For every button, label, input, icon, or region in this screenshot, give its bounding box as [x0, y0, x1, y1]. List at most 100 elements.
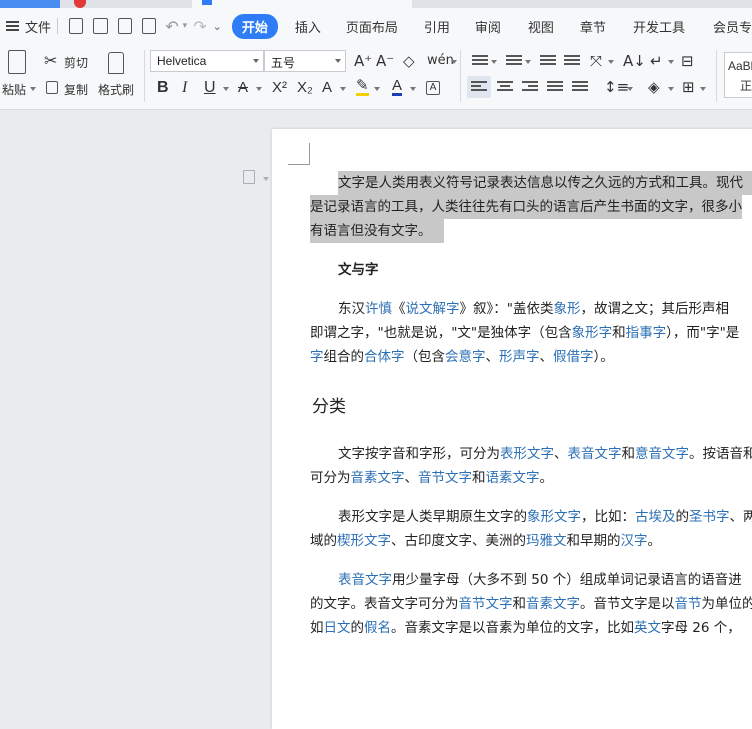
italic-icon[interactable]: I — [182, 79, 187, 97]
link-biaoxingwenzi[interactable]: 表形文字 — [500, 446, 554, 462]
clear-formatting-icon[interactable]: ◇ — [403, 52, 415, 70]
strikethrough-icon[interactable]: A — [238, 79, 248, 97]
tab-member[interactable]: 会员专 — [713, 8, 752, 44]
link-shengshuzi[interactable]: 圣书字 — [689, 509, 730, 525]
show-hide-marks-icon[interactable]: ↵ — [650, 52, 663, 70]
link-xiexingwenzi[interactable]: 楔形文字 — [337, 533, 391, 549]
save-icon[interactable] — [69, 18, 83, 34]
link-guaiji[interactable]: 古埃及 — [635, 509, 676, 525]
tab-insert[interactable]: 插入 — [295, 8, 321, 44]
tab-view[interactable]: 视图 — [528, 8, 554, 44]
text-effect-icon[interactable]: A — [322, 79, 332, 97]
link-yingwen[interactable]: 英文 — [634, 620, 661, 636]
distributed-align-icon[interactable] — [572, 81, 588, 93]
link-biaoyinwenzi[interactable]: 表音文字 — [338, 572, 392, 588]
line-spacing-dropdown-icon[interactable] — [627, 87, 633, 91]
undo-dropdown-icon[interactable]: ▾ — [183, 21, 188, 31]
superscript-icon[interactable]: X² — [272, 79, 287, 97]
justify-icon[interactable] — [547, 81, 563, 93]
phonetic-dropdown-icon[interactable] — [451, 60, 457, 64]
highlight-icon[interactable]: ✎ — [356, 78, 369, 96]
font-size-select[interactable]: 五号 — [264, 50, 346, 72]
numbered-list-icon[interactable] — [506, 55, 522, 67]
align-right-icon[interactable] — [522, 81, 538, 93]
align-left-icon[interactable] — [471, 81, 487, 93]
line-spacing-icon[interactable]: ↕≡ — [604, 78, 629, 96]
link-yinjiewenzi[interactable]: 音节文字 — [459, 596, 513, 612]
paragraph-marker-icon[interactable] — [243, 170, 255, 184]
underline-dropdown-icon[interactable] — [223, 87, 229, 91]
print-preview-icon[interactable] — [142, 18, 156, 34]
link-jiajiezi[interactable]: 假借字 — [553, 349, 594, 365]
copy-icon[interactable] — [46, 81, 58, 94]
link-hetizi[interactable]: 合体字 — [364, 349, 405, 365]
font-name-select[interactable]: Helvetica — [150, 50, 264, 72]
decrease-font-size-icon[interactable]: A⁻ — [376, 52, 394, 70]
tab-developer[interactable]: 开发工具 — [633, 8, 685, 44]
bold-icon[interactable]: B — [157, 79, 169, 97]
link-shuowenjiezi[interactable]: 说文解字 — [406, 301, 460, 317]
link-yusuwenzi[interactable]: 语素文字 — [486, 470, 540, 486]
link-xushen[interactable]: 许慎 — [365, 301, 392, 317]
export-pdf-icon[interactable] — [93, 18, 107, 34]
link-yinjie[interactable]: 音节 — [675, 596, 702, 612]
home-tab-indicator[interactable] — [0, 0, 60, 8]
link-yinsuwenzi[interactable]: 音素文字 — [351, 470, 405, 486]
cut-button[interactable]: 剪切 — [64, 54, 88, 71]
selected-text-line[interactable]: 是记录语言的工具，人类往往先有口头的语言后产生书面的文字，很多小 — [310, 195, 742, 219]
phonetic-guide-icon[interactable]: wén — [427, 52, 454, 70]
highlight-dropdown-icon[interactable] — [374, 87, 380, 91]
format-painter-button[interactable]: 格式刷 — [98, 81, 134, 98]
tab-page-layout[interactable]: 页面布局 — [346, 8, 398, 44]
subscript-icon[interactable]: X₂ — [297, 79, 313, 97]
link-xiangxingwenzi[interactable]: 象形文字 — [527, 509, 581, 525]
link-yiyinwenzi[interactable]: 意音文字 — [635, 446, 689, 462]
link-yinsuwenzi[interactable]: 音素文字 — [526, 596, 580, 612]
shading-dropdown-icon[interactable] — [668, 87, 674, 91]
link-huiyizi[interactable]: 会意字 — [445, 349, 486, 365]
quick-access-dropdown-icon[interactable]: ⌄ — [213, 20, 222, 33]
underline-icon[interactable]: U — [204, 79, 216, 97]
bullet-list-icon[interactable] — [472, 55, 488, 67]
decrease-indent-icon[interactable] — [540, 55, 556, 67]
font-color-icon[interactable]: A — [392, 78, 402, 96]
align-center-icon[interactable] — [497, 81, 513, 93]
format-painter-icon[interactable] — [108, 52, 124, 74]
link-zhishizi[interactable]: 指事字 — [626, 325, 667, 341]
style-gallery[interactable]: AaBb 正 — [724, 52, 752, 98]
shading-icon[interactable]: ◈ — [648, 78, 660, 96]
bullet-list-dropdown-icon[interactable] — [491, 60, 497, 64]
borders-dropdown-icon[interactable] — [700, 87, 706, 91]
paste-dropdown-icon[interactable] — [30, 87, 36, 91]
strikethrough-dropdown-icon[interactable] — [256, 87, 262, 91]
link-jiaming[interactable]: 假名 — [364, 620, 391, 636]
character-border-icon[interactable]: A — [426, 81, 440, 95]
scissors-icon[interactable]: ✂ — [44, 52, 57, 70]
numbered-list-dropdown-icon[interactable] — [525, 60, 531, 64]
tab-ruler-icon[interactable]: ⊟ — [681, 52, 694, 70]
paragraph-marker-dropdown-icon[interactable] — [263, 177, 269, 181]
text-effect-dropdown-icon[interactable] — [340, 87, 346, 91]
link-xingshengzi[interactable]: 形声字 — [499, 349, 540, 365]
increase-indent-icon[interactable] — [564, 55, 580, 67]
borders-icon[interactable]: ⊞ — [682, 78, 695, 96]
sort-icon[interactable]: A↓ — [623, 52, 646, 70]
selected-text-line[interactable]: 有语言但没有文字。 — [310, 219, 444, 243]
link-mayawen[interactable]: 玛雅文 — [526, 533, 567, 549]
redo-icon[interactable]: ↷ — [193, 17, 206, 36]
paste-icon[interactable] — [8, 50, 26, 74]
print-icon[interactable] — [118, 18, 132, 34]
tab-home[interactable]: 开始 — [232, 14, 278, 39]
link-zi[interactable]: 字 — [310, 349, 324, 365]
font-color-dropdown-icon[interactable] — [410, 87, 416, 91]
link-biaoyinwenzi[interactable]: 表音文字 — [568, 446, 622, 462]
chinese-layout-dropdown-icon[interactable] — [608, 60, 614, 64]
link-yinjiewenzi[interactable]: 音节文字 — [418, 470, 472, 486]
chinese-layout-icon[interactable]: ⤧ — [590, 52, 602, 70]
copy-button[interactable]: 复制 — [64, 81, 88, 98]
paste-button[interactable]: 粘贴 — [2, 81, 26, 98]
file-menu[interactable]: 文件 — [0, 8, 51, 44]
show-hide-dropdown-icon[interactable] — [668, 60, 674, 64]
link-riwen[interactable]: 日文 — [324, 620, 351, 636]
selected-text-line[interactable]: 文字是人类用表义符号记录表达信息以传之久远的方式和工具。现代 — [338, 171, 752, 195]
